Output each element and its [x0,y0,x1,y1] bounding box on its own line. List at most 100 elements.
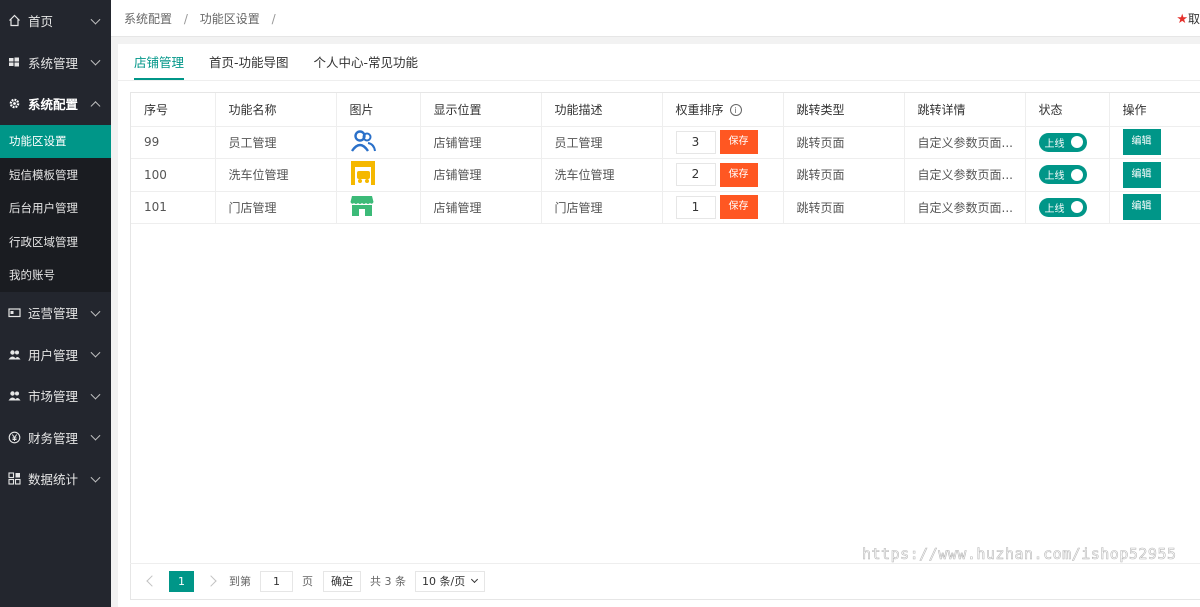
nav-home[interactable]: 首页 [0,0,111,42]
edit-button[interactable]: 编辑 [1122,194,1161,221]
save-button[interactable]: 保存 [719,162,758,187]
tab-user-center-common[interactable]: 个人中心-常见功能 [314,52,419,80]
pagination: 1 到第 1 页 确定 共 3 条 10 条/页 [130,563,1200,598]
gear-icon [7,97,21,111]
header-cancel-label: 取 [1187,12,1200,26]
sub-item-regions[interactable]: 行政区域管理 [0,225,111,258]
watermark: https://www.huzhan.com/ishop52955 [862,545,1177,564]
nav-statistics[interactable]: 数据统计 [0,458,111,500]
edit-button[interactable]: 编辑 [1122,129,1161,156]
save-button[interactable]: 保存 [719,195,758,220]
weight-input[interactable]: 1 [675,195,716,219]
top-header: 系统配置 / 功能区设置 / ★取 [111,0,1200,37]
table-header-row: 序号 功能名称 图片 显示位置 功能描述 权重排序 i 跳转类型 跳转详情 状态 … [131,93,1200,127]
breadcrumb: 系统配置 / 功能区设置 / [124,10,284,27]
cell-seq: 101 [131,191,216,224]
col-header: 跳转详情 [904,93,1026,127]
cell-name: 门店管理 [215,191,337,224]
chevron-down-icon [90,472,101,483]
breadcrumb-item[interactable]: 功能区设置 [200,12,260,26]
users-icon [7,389,21,403]
store-icon [350,195,374,220]
goto-label: 到第 [229,575,251,588]
col-header: 图片 [336,93,421,127]
nav-label: 系统管理 [28,55,79,71]
cell-seq: 99 [131,126,216,159]
staff-icon [350,130,376,156]
weight-input[interactable]: 3 [675,130,716,154]
nav-operations[interactable]: 运营管理 [0,292,111,334]
save-button[interactable]: 保存 [719,130,758,155]
status-toggle[interactable]: 上线 [1038,197,1087,217]
edit-button[interactable]: 编辑 [1122,161,1161,188]
breadcrumb-item[interactable]: 系统配置 [124,12,172,26]
tab-home-function-map[interactable]: 首页-功能导图 [209,52,289,80]
cell-weight: 2 保存 [662,158,784,192]
sub-item-admin-users[interactable]: 后台用户管理 [0,192,111,225]
confirm-button[interactable]: 确定 [323,570,361,592]
star-icon: ★ [1176,12,1188,27]
chevron-right-icon[interactable] [205,575,217,587]
grid-icon [7,472,21,486]
nav-label: 财务管理 [28,430,79,446]
chevron-down-icon [90,306,101,317]
total-count: 共 3 条 [370,575,406,588]
toggle-knob [1070,168,1083,181]
sub-item-sms-template[interactable]: 短信模板管理 [0,158,111,191]
cell-desc: 员工管理 [541,126,663,159]
chevron-down-icon [90,430,101,441]
col-header-label: 权重排序 [675,102,724,117]
function-table-wrap: 序号 功能名称 图片 显示位置 功能描述 权重排序 i 跳转类型 跳转详情 状态 … [130,92,1200,600]
cell-weight: 3 保存 [662,126,784,159]
status-toggle-label: 上线 [1044,138,1065,150]
info-icon[interactable]: i [729,104,742,117]
nav-system-manage[interactable]: 系统管理 [0,42,111,84]
cell-desc: 门店管理 [541,191,663,224]
goto-page-input[interactable]: 1 [260,570,293,592]
breadcrumb-separator: / [271,11,276,26]
status-toggle[interactable]: 上线 [1038,165,1087,185]
chevron-down-icon [470,575,479,583]
cell-action: 编辑 [1109,158,1200,192]
sub-item-function-area[interactable]: 功能区设置 [0,124,111,159]
nav-label: 首页 [28,14,54,30]
nav-users[interactable]: 用户管理 [0,333,111,375]
status-toggle-label: 上线 [1044,171,1065,183]
toggle-knob [1070,136,1083,149]
chevron-left-icon[interactable] [146,575,158,587]
windows-icon [7,55,21,69]
col-header: 跳转类型 [783,93,905,127]
col-header-weight: 权重排序 i [662,93,784,127]
cell-image [336,191,421,224]
tab-shop-manage[interactable]: 店铺管理 [134,52,185,80]
header-cancel[interactable]: ★取 [1176,10,1200,27]
page-size-select[interactable]: 10 条/页 [415,570,485,592]
cell-position: 店铺管理 [420,158,542,192]
nav-system-config[interactable]: 系统配置 [0,83,111,125]
cell-position: 店铺管理 [420,126,542,159]
status-toggle-label: 上线 [1044,203,1065,215]
cell-jump-type: 跳转页面 [783,158,905,192]
chevron-down-icon [90,347,101,358]
car-wash-icon [350,161,376,189]
cell-position: 店铺管理 [420,191,542,224]
sub-item-my-account[interactable]: 我的账号 [0,258,111,291]
nav-market[interactable]: 市场管理 [0,375,111,417]
nav-label: 用户管理 [28,347,79,363]
weight-input[interactable]: 2 [675,163,716,187]
nav-finance[interactable]: 财务管理 [0,417,111,459]
col-header: 状态 [1025,93,1110,127]
chevron-down-icon [90,389,101,400]
cell-jump-type: 跳转页面 [783,126,905,159]
cell-jump-type: 跳转页面 [783,191,905,224]
table-row: 100 洗车位管理 店铺管理 洗车位管理 2 保存 跳转页面 自定义参数页面... [131,158,1200,192]
page-current[interactable]: 1 [169,570,194,592]
cell-seq: 100 [131,158,216,192]
status-toggle[interactable]: 上线 [1038,132,1087,152]
table-row: 99 员工管理 店铺管理 员工管理 3 保存 跳转页面 自定义参数页面... 上… [131,126,1200,159]
sub-menu: 功能区设置 短信模板管理 后台用户管理 行政区域管理 我的账号 [0,124,111,292]
page-size-value: 10 条/页 [422,575,466,588]
cell-name: 员工管理 [215,126,337,159]
users-icon [7,347,21,361]
nav-label: 运营管理 [28,306,79,322]
